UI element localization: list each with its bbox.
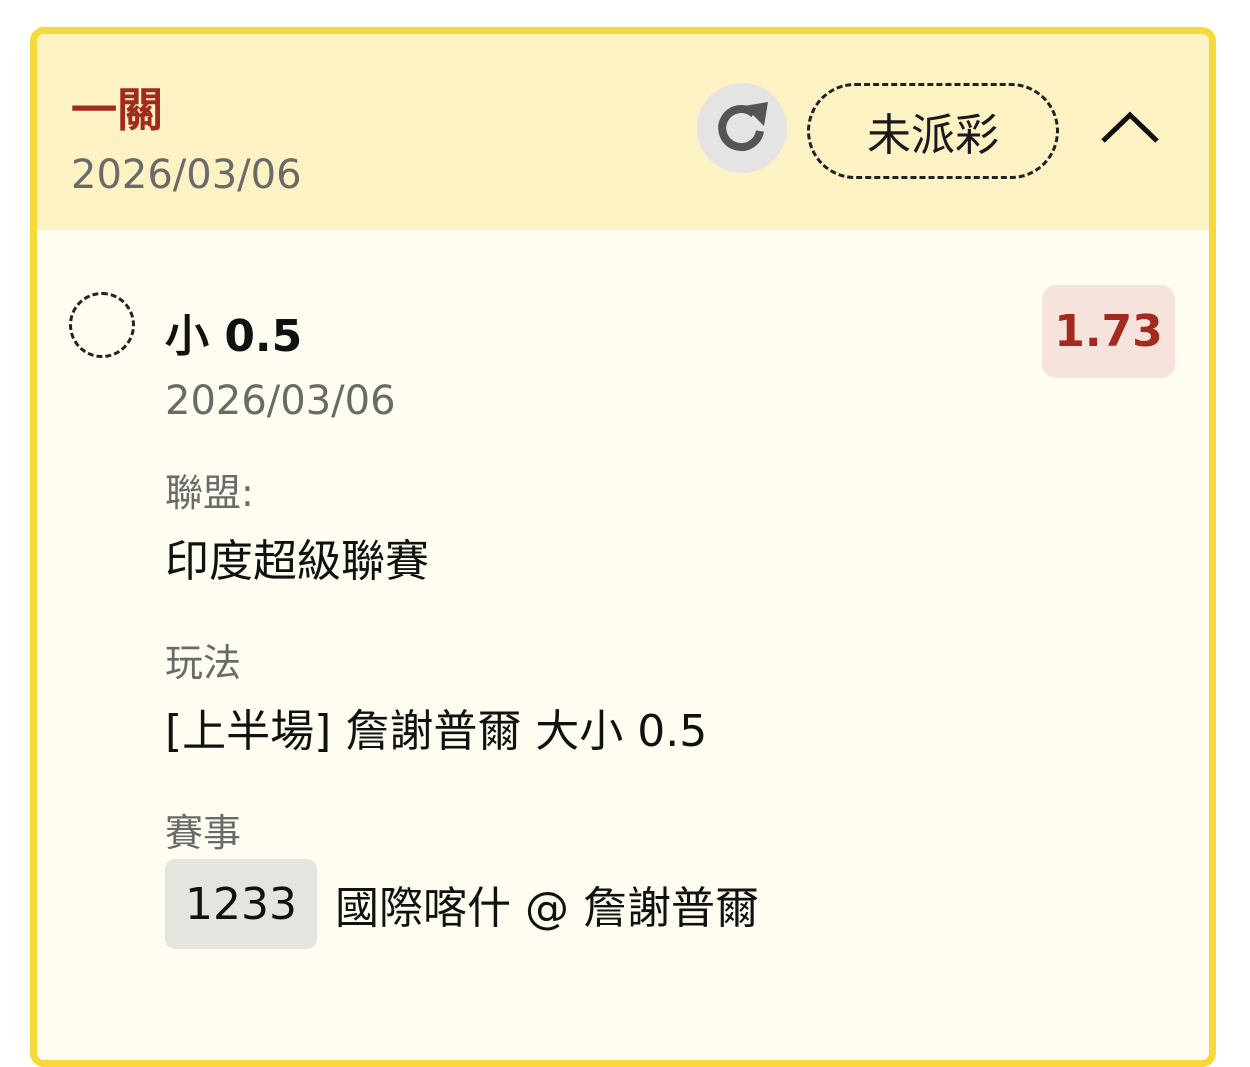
bet-card: 一關 2026/03/06 未派彩 小 0.5 2026/03/06 1.73 … [30, 27, 1216, 1067]
bet-date: 2026/03/06 [71, 152, 302, 198]
selection-title: 小 0.5 [165, 311, 303, 362]
chevron-up-icon [1101, 111, 1159, 143]
league-label: 聯盟: [165, 471, 254, 515]
leg-select-radio[interactable] [69, 292, 135, 358]
market-value: [上半場] 詹謝普爾 大小 0.5 [165, 706, 708, 757]
bet-type-title: 一關 [71, 83, 163, 137]
bet-card-header: 一關 2026/03/06 未派彩 [37, 34, 1209, 230]
status-badge: 未派彩 [807, 83, 1059, 179]
market-label: 玩法 [165, 641, 242, 685]
refresh-icon [718, 102, 768, 151]
event-label: 賽事 [165, 811, 242, 855]
odds-badge: 1.73 [1042, 285, 1175, 378]
event-name: 國際喀什 @ 詹謝普爾 [335, 883, 759, 934]
event-row: 1233 國際喀什 @ 詹謝普爾 [165, 859, 759, 949]
league-value: 印度超級聯賽 [165, 536, 429, 587]
refresh-button[interactable] [697, 83, 787, 173]
collapse-button[interactable] [1097, 104, 1163, 150]
selection-date: 2026/03/06 [165, 378, 396, 424]
event-id-badge: 1233 [165, 859, 317, 949]
